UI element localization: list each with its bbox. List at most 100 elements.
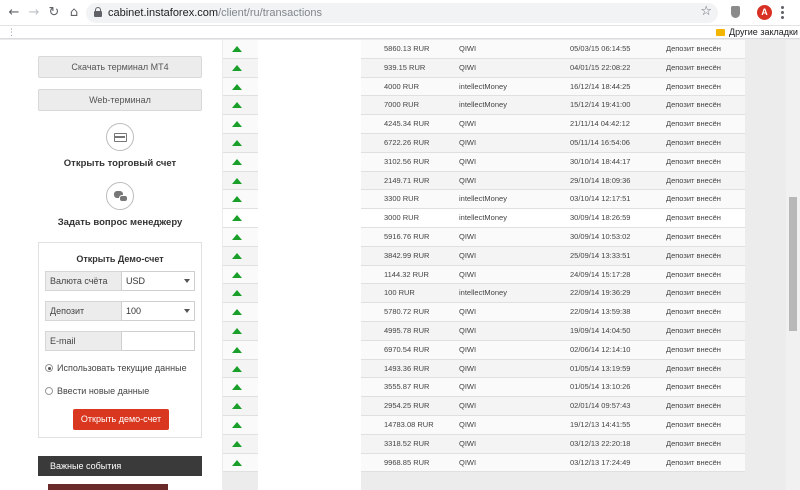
deposit-arrow-up-icon [232,327,242,334]
status-cell: Депозит внесён [666,119,721,129]
other-bookmarks[interactable]: Другие закладки [729,27,798,38]
enter-new-label: Ввести новые данные [57,386,150,396]
payment-system-cell: QIWI [459,382,477,392]
open-account-link[interactable]: Открыть торговый счет [38,158,202,169]
shield-extension-icon[interactable] [731,6,740,18]
lock-icon[interactable] [94,7,102,18]
profile-avatar[interactable]: A [757,5,772,20]
folder-icon [716,29,725,36]
web-terminal-button[interactable]: Web-терминал [38,89,202,111]
bookmark-star-icon[interactable]: ☆ [700,4,712,19]
payment-system-cell: QIWI [459,250,477,260]
amount-cell: 3555.87 RUR [384,382,430,392]
date-cell: 22/09/14 19:36:29 [570,288,631,298]
home-icon[interactable]: ⌂ [66,5,82,21]
ask-manager-link[interactable]: Задать вопрос менеджеру [38,217,202,228]
payment-system-cell: QIWI [459,438,477,448]
bookmarks-bar: ⋮ Другие закладки [0,26,800,39]
date-cell: 04/01/15 22:08:22 [570,62,631,72]
deposit-arrow-up-icon [232,384,242,391]
demo-form-title: Открыть Демо-счет [76,254,164,264]
payment-system-cell: QIWI [459,62,477,72]
status-cell: Депозит внесён [666,44,721,53]
date-cell: 02/01/14 09:57:43 [570,401,631,411]
reload-icon[interactable]: ↻ [46,5,62,21]
credit-card-icon[interactable] [106,123,134,151]
payment-system-cell: QIWI [459,401,477,411]
status-cell: Депозит внесён [666,213,721,223]
date-cell: 30/09/14 10:53:02 [570,231,631,241]
deposit-arrow-up-icon [232,215,242,222]
deposit-arrow-up-icon [232,158,242,165]
status-cell: Депозит внесён [666,401,721,411]
payment-system-cell: QIWI [459,325,477,335]
events-header[interactable]: Важные события [38,456,202,476]
date-cell: 03/10/14 12:17:51 [570,194,631,204]
radio-checked-icon[interactable] [45,364,53,372]
status-cell: Депозит внесён [666,325,721,335]
demo-account-form: Открыть Демо-счет Валюта счёта USD Депоз… [38,242,202,438]
date-cell: 25/09/14 13:33:51 [570,250,631,260]
url-host: cabinet.instaforex.com [108,7,219,19]
status-cell: Депозит внесён [666,363,721,373]
browser-menu-icon[interactable] [781,6,785,20]
deposit-arrow-up-icon [232,271,242,278]
status-cell: Депозит внесён [666,62,721,72]
status-cell: Депозит внесён [666,457,721,467]
status-cell: Депозит внесён [666,100,721,110]
date-cell: 30/10/14 18:44:17 [570,156,631,166]
date-cell: 15/12/14 19:41:00 [570,100,631,110]
deposit-arrow-up-icon [232,440,242,447]
date-cell: 03/12/13 17:24:49 [570,457,631,467]
amount-cell: 5916.76 RUR [384,231,430,241]
email-field[interactable] [121,331,195,351]
deposit-arrow-up-icon [232,121,242,128]
amount-cell: 2954.25 RUR [384,401,430,411]
date-cell: 21/11/14 04:42:12 [570,119,630,129]
download-terminal-button[interactable]: Скачать терминал MT4 [38,56,202,78]
deposit-arrow-up-icon [232,233,242,240]
payment-system-cell: QIWI [459,344,477,354]
status-cell: Депозит внесён [666,194,721,204]
chevron-down-icon [184,279,190,283]
deposit-arrow-up-icon [232,64,242,71]
scrollbar[interactable] [786,40,800,490]
deposit-arrow-up-icon [232,252,242,259]
amount-cell: 3842.99 RUR [384,250,430,260]
deposit-arrow-up-icon [232,46,242,52]
date-cell: 24/09/14 15:17:28 [570,269,631,279]
apps-icon[interactable]: ⋮ [7,27,17,38]
address-bar[interactable]: cabinet.instaforex.com/client/ru/transac… [86,3,718,23]
status-cell: Депозит внесён [666,156,721,166]
use-current-data-radio[interactable]: Использовать текущие данные [45,363,187,373]
deposit-arrow-up-icon [232,346,242,353]
events-banner[interactable] [48,484,168,490]
enter-new-data-radio[interactable]: Ввести новые данные [45,386,149,396]
date-cell: 29/10/14 18:09:36 [570,175,631,185]
amount-cell: 3318.52 RUR [384,438,430,448]
scrollbar-thumb[interactable] [789,197,797,331]
amount-cell: 3300 RUR [384,194,420,204]
back-icon[interactable]: ← [6,5,22,21]
chat-icon[interactable] [106,182,134,210]
deposit-arrow-up-icon [232,139,242,146]
status-cell: Депозит внесён [666,269,721,279]
deposit-select[interactable]: 100 [121,301,195,321]
date-cell: 30/09/14 18:26:59 [570,213,631,223]
payment-system-cell: QIWI [459,137,477,147]
page: Скачать терминал MT4 Web-терминал Открыт… [0,40,800,490]
deposit-arrow-up-icon [232,83,242,90]
amount-cell: 4000 RUR [384,81,420,91]
payment-system-cell: intellectMoney [459,100,507,110]
currency-select[interactable]: USD [121,271,195,291]
status-cell: Депозит внесён [666,81,721,91]
forward-icon[interactable]: → [26,5,42,21]
payment-system-cell: QIWI [459,269,477,279]
date-cell: 03/12/13 22:20:18 [570,438,631,448]
radio-unchecked-icon[interactable] [45,387,53,395]
chevron-down-icon [184,309,190,313]
url-text[interactable]: cabinet.instaforex.com/client/ru/transac… [108,6,322,20]
status-cell: Депозит внесён [666,419,721,429]
amount-cell: 14783.08 RUR [384,419,434,429]
open-demo-button[interactable]: Открыть демо-счет [73,409,169,430]
